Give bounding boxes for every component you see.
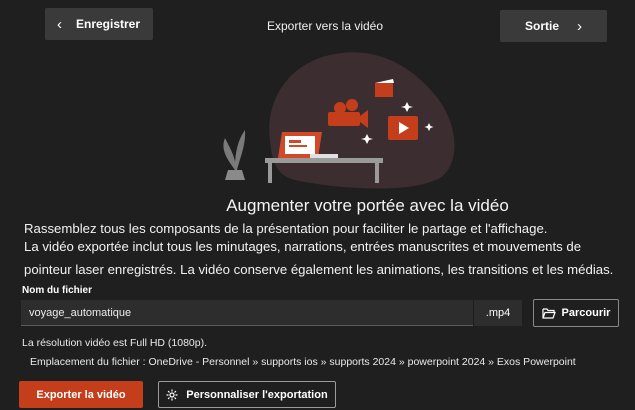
folder-open-icon (541, 307, 556, 319)
file-name-input[interactable] (21, 300, 473, 326)
resolution-text: La résolution vidéo est Full HD (1080p). (22, 337, 208, 349)
browse-button[interactable]: Parcourir (533, 299, 619, 327)
customize-export-button[interactable]: Personnaliser l'exportation (158, 381, 336, 408)
description-line: La vidéo exportée inclut tous les minuta… (24, 239, 582, 254)
export-video-button[interactable]: Exporter la vidéo (19, 381, 143, 408)
file-extension: .mp4 (474, 300, 522, 326)
description-line: pointeur laser enregistrés. La vidéo con… (24, 262, 614, 277)
video-export-illustration (223, 52, 455, 189)
chevron-right-icon: › (577, 17, 582, 35)
file-name-label: Nom du fichier (22, 285, 93, 296)
file-location-text: Emplacement du fichier : OneDrive - Pers… (30, 356, 576, 368)
description-line: Rassemblez tous les composants de la pré… (24, 221, 548, 236)
exit-button-label: Sortie (524, 19, 559, 33)
customize-export-button-label: Personnaliser l'exportation (186, 388, 328, 401)
heading: Augmenter votre portée avec la vidéo (226, 196, 509, 215)
gear-icon (166, 389, 178, 400)
export-video-button-label: Exporter la vidéo (36, 388, 126, 401)
exit-button[interactable]: Sortie › (500, 10, 607, 42)
browse-button-label: Parcourir (561, 307, 611, 319)
